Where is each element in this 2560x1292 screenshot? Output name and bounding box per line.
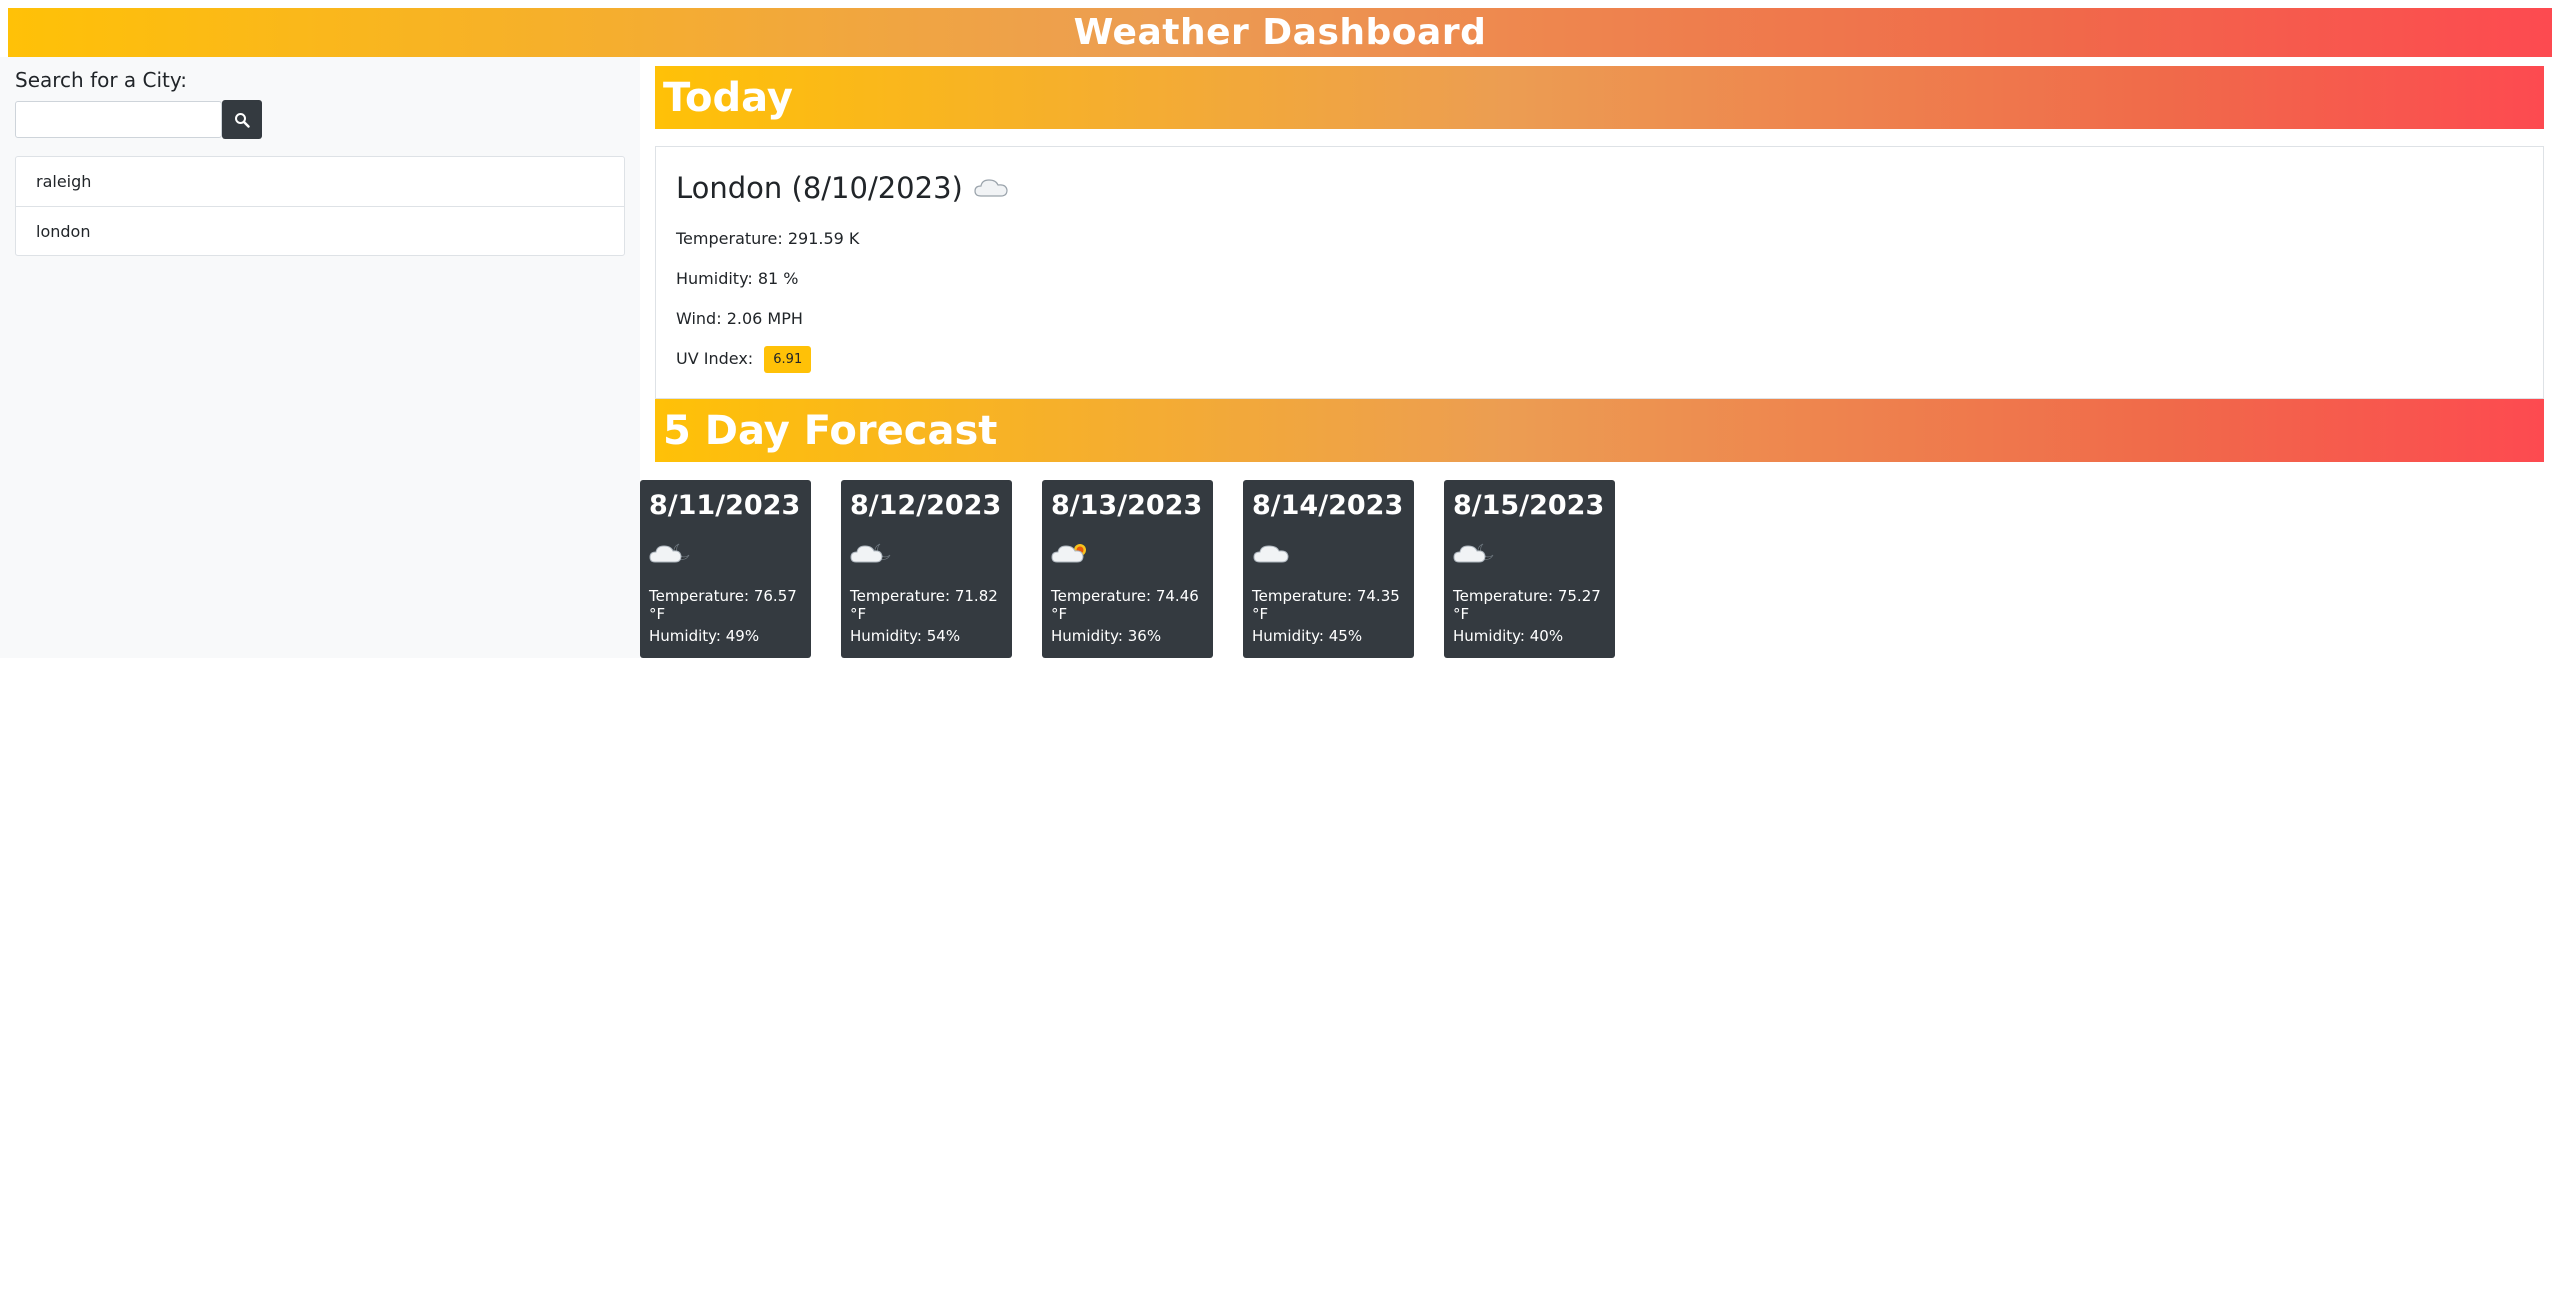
forecast-heading: 5 Day Forecast: [663, 407, 998, 454]
forecast-card-day-5: 8/15/2023 Temperature: 75.27 °F Humidity…: [1444, 480, 1615, 658]
city-search-input[interactable]: [15, 101, 222, 138]
page-title: Weather Dashboard: [1073, 12, 1487, 53]
forecast-date: 8/12/2023: [850, 490, 1002, 521]
current-weather-title: London (8/10/2023): [676, 171, 1009, 205]
uv-index-badge: 6.91: [764, 346, 812, 373]
forecast-temperature: Temperature: 75.27 °F: [1453, 587, 1601, 623]
forecast-date: 8/15/2023: [1453, 490, 1605, 521]
uv-index-label: UV Index:: [676, 349, 754, 368]
today-heading-band: Today: [655, 66, 2544, 129]
today-heading: Today: [663, 74, 793, 121]
forecast-humidity: Humidity: 54%: [850, 627, 961, 645]
current-temperature: Temperature: 291.59 K: [676, 229, 860, 248]
current-weather-card: London (8/10/2023) Temperature: 291.59 K…: [655, 146, 2544, 399]
history-item-raleigh[interactable]: raleigh: [16, 157, 624, 206]
forecast-temperature: Temperature: 71.82 °F: [850, 587, 998, 623]
forecast-card-day-3: 8/13/2023 Temperature: 74.46 °F Humidity…: [1042, 480, 1213, 658]
cloud-icon: [1252, 540, 1296, 570]
cloud-icon: [973, 171, 1009, 205]
history-item-label: raleigh: [36, 172, 92, 191]
sidebar: Search for a City: raleigh london: [0, 57, 640, 658]
forecast-humidity: Humidity: 40%: [1453, 627, 1564, 645]
cloud-moon-icon: [649, 540, 693, 570]
search-label: Search for a City:: [15, 68, 188, 92]
forecast-card-day-4: 8/14/2023 Temperature: 74.35 °F Humidity…: [1243, 480, 1414, 658]
forecast-card-day-1: 8/11/2023 Temperature: 76.57 °F Humidity…: [640, 480, 811, 658]
forecast-date: 8/14/2023: [1252, 490, 1404, 521]
forecast-card-day-2: 8/12/2023 Temperature: 71.82 °F Humidity…: [841, 480, 1012, 658]
search-history-list: raleigh london: [15, 156, 625, 256]
uv-index-row: UV Index: 6.91: [676, 346, 812, 373]
forecast-temperature: Temperature: 76.57 °F: [649, 587, 797, 623]
forecast-temperature: Temperature: 74.35 °F: [1252, 587, 1400, 623]
forecast-humidity: Humidity: 45%: [1252, 627, 1363, 645]
app-header: Weather Dashboard: [8, 8, 2552, 57]
forecast-temperature: Temperature: 74.46 °F: [1051, 587, 1199, 623]
forecast-humidity: Humidity: 36%: [1051, 627, 1162, 645]
forecast-date: 8/13/2023: [1051, 490, 1203, 521]
search-button[interactable]: [222, 100, 262, 139]
history-item-london[interactable]: london: [16, 206, 624, 255]
forecast-date: 8/11/2023: [649, 490, 801, 521]
current-wind: Wind: 2.06 MPH: [676, 309, 803, 328]
cloud-moon-icon: [850, 540, 894, 570]
current-humidity: Humidity: 81 %: [676, 269, 799, 288]
city-date-title: London (8/10/2023): [676, 171, 963, 205]
cloud-moon-icon: [1453, 540, 1497, 570]
forecast-heading-band: 5 Day Forecast: [655, 399, 2544, 462]
forecast-humidity: Humidity: 49%: [649, 627, 760, 645]
history-item-label: london: [36, 221, 91, 241]
search-icon: [235, 112, 250, 128]
cloud-sun-icon: [1051, 540, 1095, 570]
